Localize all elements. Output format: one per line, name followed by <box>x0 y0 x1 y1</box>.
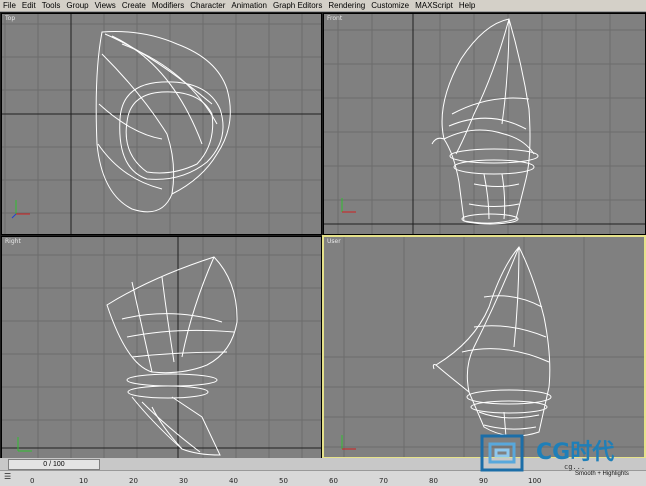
menu-character[interactable]: Character <box>187 0 228 11</box>
tick-label: 70 <box>379 477 388 485</box>
menu-animation[interactable]: Animation <box>228 0 270 11</box>
tick-label: 20 <box>129 477 138 485</box>
menu-customize[interactable]: Customize <box>368 0 412 11</box>
tick-label: 10 <box>79 477 88 485</box>
menu-file[interactable]: File <box>0 0 19 11</box>
tick-label: 30 <box>179 477 188 485</box>
menu-rendering[interactable]: Rendering <box>325 0 368 11</box>
menu-group[interactable]: Group <box>63 0 91 11</box>
menu-bar: File Edit Tools Group Views Create Modif… <box>0 0 646 12</box>
viewport-label-right[interactable]: Right <box>5 238 21 245</box>
menu-edit[interactable]: Edit <box>19 0 39 11</box>
viewport-area: Top Front Right User <box>0 12 646 459</box>
tick-label: 50 <box>279 477 288 485</box>
viewport-shading-status: Smooth + Highlights <box>575 471 629 477</box>
tick-label: 60 <box>329 477 338 485</box>
time-slider[interactable]: 0 / 100 <box>8 459 100 470</box>
watermark-sub: cg... <box>564 463 586 471</box>
viewport-right-canvas <box>2 237 321 458</box>
menu-create[interactable]: Create <box>119 0 149 11</box>
viewport-label-top[interactable]: Top <box>5 15 15 22</box>
viewport-top-canvas <box>2 14 321 234</box>
viewport-front-canvas <box>324 14 645 234</box>
viewport-top[interactable]: Top <box>1 13 322 235</box>
viewport-label-front[interactable]: Front <box>327 15 342 22</box>
viewport-user[interactable]: User <box>322 235 646 459</box>
menu-modifiers[interactable]: Modifiers <box>149 0 187 11</box>
viewport-user-canvas <box>324 237 644 457</box>
watermark-text: CG时代 <box>536 440 615 465</box>
tick-label: 40 <box>229 477 238 485</box>
cg-logo-icon <box>480 434 524 472</box>
menu-tools[interactable]: Tools <box>39 0 64 11</box>
tick-label: 0 <box>30 477 35 485</box>
tick-label: 80 <box>429 477 438 485</box>
viewport-label-user[interactable]: User <box>327 238 341 245</box>
viewport-right[interactable]: Right <box>1 236 322 459</box>
viewport-front[interactable]: Front <box>323 13 646 235</box>
menu-help[interactable]: Help <box>456 0 478 11</box>
menu-views[interactable]: Views <box>92 0 119 11</box>
menu-graph-editors[interactable]: Graph Editors <box>270 0 325 11</box>
menu-maxscript[interactable]: MAXScript <box>412 0 456 11</box>
trackbar-icon[interactable]: ☰ <box>4 473 18 481</box>
